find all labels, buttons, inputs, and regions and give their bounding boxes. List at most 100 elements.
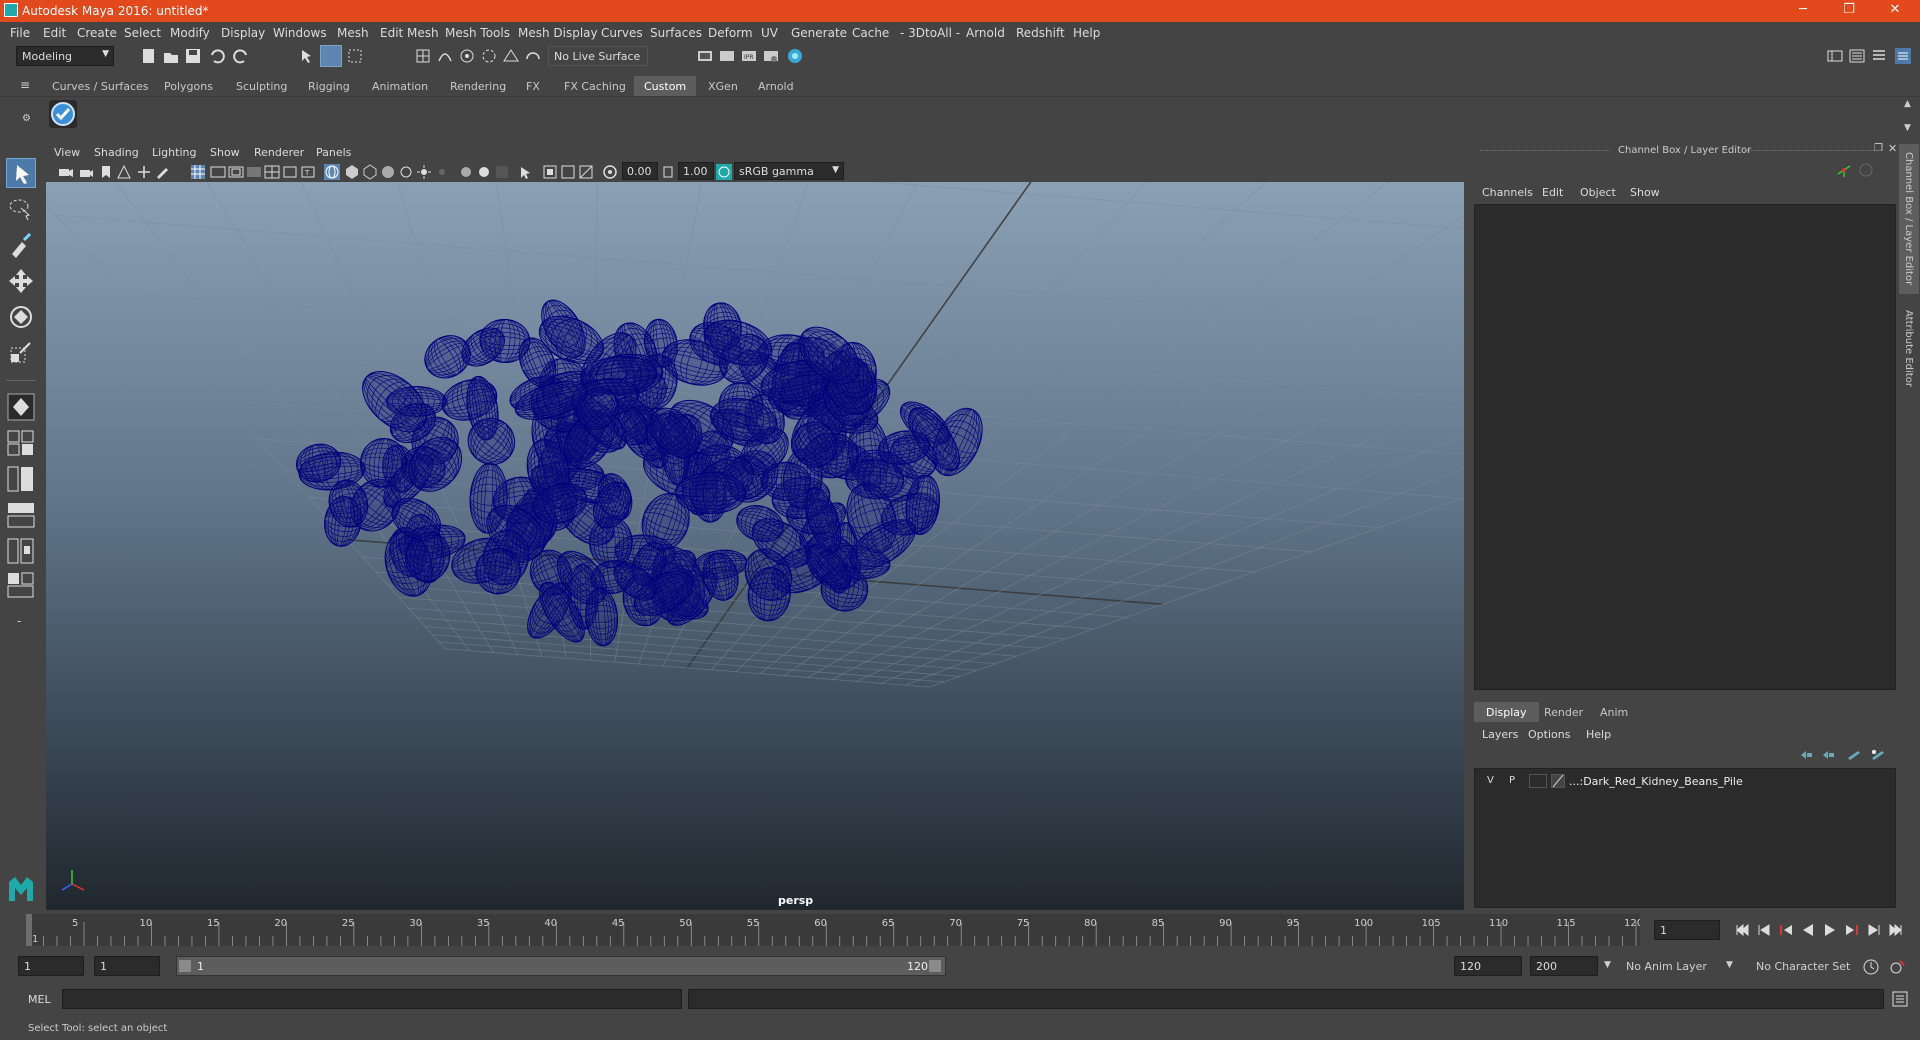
restore-button[interactable]: ❐ [1826,0,1872,22]
single-perspective-layout-icon[interactable] [6,392,36,422]
gamma-icon[interactable] [660,164,676,180]
four-view-layout-icon[interactable] [6,428,36,458]
render-view-icon[interactable] [696,47,714,65]
layer-tab-display[interactable]: Display [1474,702,1539,722]
depth-of-field-icon[interactable] [494,164,510,180]
make-live-icon[interactable] [524,47,542,65]
panel-menu-shading[interactable]: Shading [94,146,139,159]
menu-surfaces[interactable]: Surfaces [650,26,702,40]
command-language-label[interactable]: MEL [28,993,51,1006]
minimize-button[interactable]: ─ [1780,0,1826,22]
xray-components-icon[interactable] [578,164,594,180]
select-components-icon[interactable] [346,47,364,65]
render-settings-icon[interactable] [762,47,780,65]
layer-display-type[interactable] [1529,774,1547,788]
playback-start-field[interactable]: 1 [94,956,160,976]
range-slider[interactable]: 1 120 [176,956,946,976]
color-management-icon[interactable] [716,164,732,180]
manipulator-icon[interactable] [1836,162,1852,178]
xray-icon[interactable] [542,164,558,180]
shelf-menu-icon[interactable]: ≡ [20,78,30,92]
save-scene-icon[interactable] [184,47,202,65]
menu-mesh[interactable]: Mesh [337,26,369,40]
move-tool-icon[interactable] [6,266,36,296]
shelf-settings-icon[interactable]: ⚙ [22,113,31,124]
bookmark-icon[interactable] [98,164,114,180]
grease-pencil-icon[interactable] [154,164,170,180]
resolution-gate-icon[interactable] [228,164,244,180]
move-layer-up-icon[interactable] [1798,748,1814,762]
scale-tool-icon[interactable] [6,338,36,368]
chevron-down-icon[interactable]: ▼ [1604,960,1611,970]
layer-row[interactable]: V P ...:Dark_Red_Kidney_Beans_Pile [1477,771,1893,791]
redo-icon[interactable] [232,47,250,65]
channel-menu-object[interactable]: Object [1580,186,1616,199]
model-editor-layout-icon[interactable] [6,570,36,600]
select-tool-button[interactable] [6,158,36,188]
shelf-scroll-up-icon[interactable]: ▲ [1904,99,1911,109]
menu-redshift[interactable]: Redshift [1016,26,1065,40]
close-panel-icon[interactable]: ✕ [1888,142,1897,155]
shelf-tab-arnold[interactable]: Arnold [748,76,804,96]
snap-curve-icon[interactable] [436,47,454,65]
select-camera-icon[interactable] [58,164,74,180]
command-input[interactable] [62,989,682,1009]
toggle-attribute-editor-icon[interactable] [1848,47,1866,65]
check-icon[interactable] [48,99,78,129]
panel-menu-panels[interactable]: Panels [316,146,351,159]
animation-preferences-icon[interactable] [1888,958,1906,976]
toggle-channel-box-icon[interactable] [1894,47,1912,65]
motion-blur-icon[interactable] [458,164,474,180]
shelf-tab-fx-caching[interactable]: FX Caching [554,76,636,96]
live-surface-field[interactable]: No Live Surface [548,46,648,66]
paint-select-tool-icon[interactable] [6,230,36,260]
safe-action-icon[interactable] [282,164,298,180]
hypershade-layout-icon[interactable] [6,536,36,566]
outliner-persp-layout-icon[interactable] [6,464,36,494]
shelf-tab-rendering[interactable]: Rendering [440,76,516,96]
menu-3dtoall[interactable]: - 3DtoAll - [900,26,960,40]
step-back-key-icon[interactable] [1756,922,1772,938]
shelf-tab-sculpting[interactable]: Sculpting [226,76,297,96]
shelf-tab-custom[interactable]: Custom [634,76,697,96]
shelf-tab-curves-surfaces[interactable]: Curves / Surfaces [42,76,159,96]
image-plane-icon[interactable] [116,164,132,180]
menu-cache[interactable]: Cache [852,26,889,40]
use-all-lights-icon[interactable] [398,164,414,180]
script-editor-icon[interactable] [1892,991,1908,1007]
layer-tab-anim[interactable]: Anim [1588,702,1640,722]
layer-tab-render[interactable]: Render [1532,702,1595,722]
menuset-dropdown[interactable]: Modeling ▼ [16,46,114,66]
panel-menu-lighting[interactable]: Lighting [152,146,196,159]
safe-title-icon[interactable]: T [300,164,316,180]
wireframe-toggle-icon[interactable] [324,164,340,180]
render-current-icon[interactable] [718,47,736,65]
range-end-handle[interactable] [929,960,941,972]
xray-joints-icon[interactable] [560,164,576,180]
play-forwards-icon[interactable] [1822,922,1838,938]
lock-camera-icon[interactable] [78,164,94,180]
move-layer-down-icon[interactable] [1820,748,1836,762]
panel-menu-show[interactable]: Show [210,146,240,159]
perspective-viewport[interactable]: persp [46,182,1464,910]
playback-end-field[interactable]: 120 [1454,956,1522,976]
go-to-end-icon[interactable] [1888,922,1904,938]
menu-arnold[interactable]: Arnold [966,26,1005,40]
channel-box-body[interactable] [1474,204,1896,690]
side-tab-channel-box[interactable]: Channel Box / Layer Editor [1899,144,1919,294]
gamma-field[interactable]: 1.00 [678,162,714,180]
shelf-tab-animation[interactable]: Animation [362,76,438,96]
channel-menu-channels[interactable]: Channels [1482,186,1533,199]
auto-key-icon[interactable] [1862,958,1880,976]
shelf-tab-fx[interactable]: FX [516,76,550,96]
persp-graph-layout-icon[interactable] [6,500,36,530]
rotate-tool-icon[interactable] [6,302,36,332]
snap-grid-icon[interactable] [414,47,432,65]
textured-icon[interactable] [380,164,396,180]
character-set-dropdown[interactable]: No Character Set [1752,956,1870,976]
toolbox-more-icon[interactable]: - [17,614,21,628]
select-hierarchy-icon[interactable] [298,47,316,65]
multisample-aa-icon[interactable] [476,164,492,180]
smooth-shade-icon[interactable] [344,164,360,180]
menu-create[interactable]: Create [77,26,117,40]
